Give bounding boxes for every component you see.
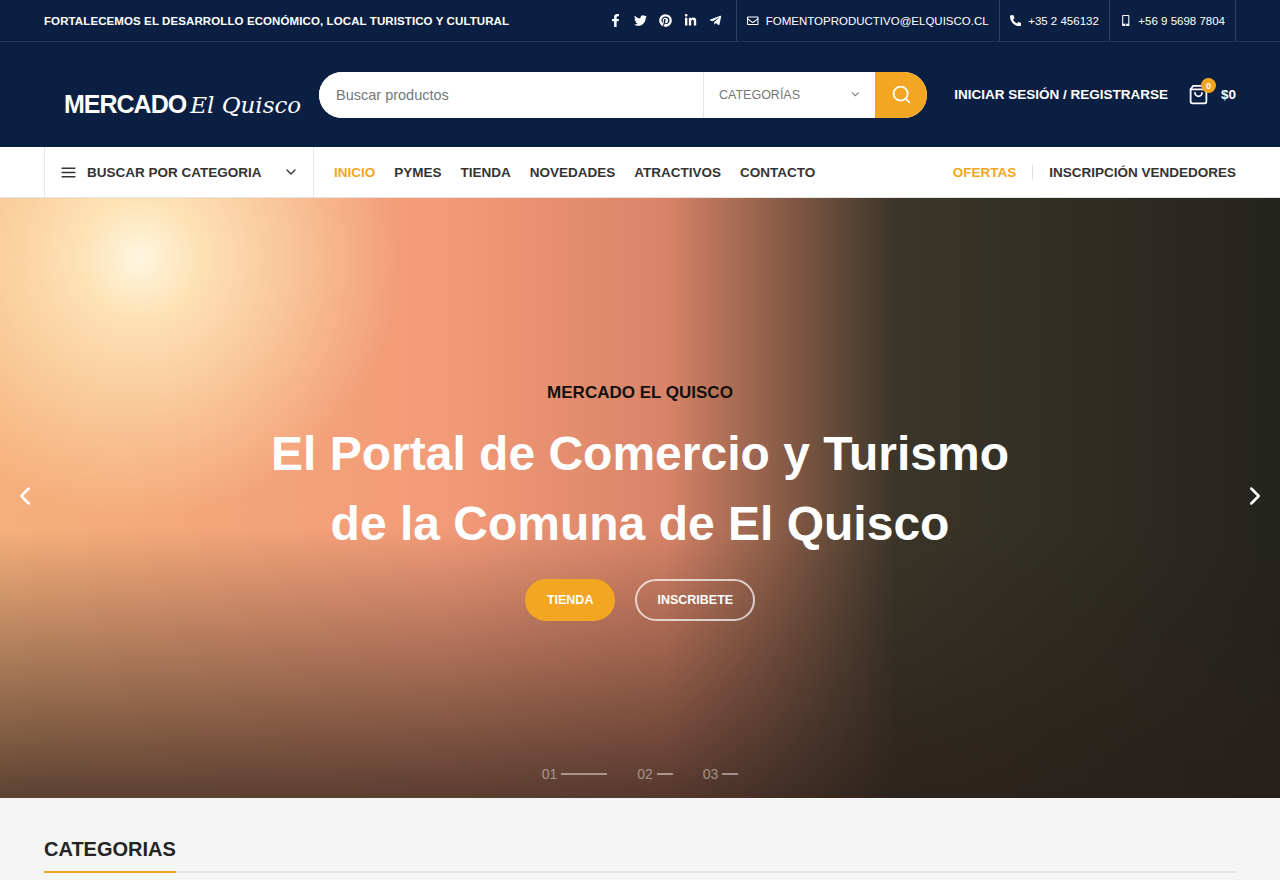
nav-link[interactable]: CONTACTO [740, 165, 815, 180]
hero-button[interactable]: INSCRIBETE [635, 579, 755, 621]
pinterest-icon[interactable] [659, 14, 672, 27]
page: FORTALECEMOS EL DESARROLLO ECONÓMICO, LO… [0, 0, 1280, 880]
category-select[interactable]: CATEGORÍAS [703, 72, 875, 118]
search-button[interactable] [875, 72, 927, 118]
envelope-icon [747, 15, 759, 27]
section-header: CATEGORIAS [44, 838, 1236, 873]
hero-buttons: TIENDA INSCRIBETE [525, 579, 755, 621]
login-link[interactable]: INICIAR SESIÓN / REGISTRARSE [954, 87, 1168, 102]
section-title: CATEGORIAS [44, 838, 176, 873]
nav-bar: BUSCAR POR CATEGORIA INICIO PYMES TIENDA NOV… [0, 147, 1280, 198]
slide-dot[interactable]: 03 [703, 766, 739, 782]
social-links [609, 0, 736, 41]
prev-slide-button[interactable] [10, 481, 40, 511]
logo-word: MERCADO [64, 92, 186, 117]
next-slide-button[interactable] [1240, 481, 1270, 511]
chevron-down-icon [283, 164, 299, 180]
nav-link[interactable]: TIENDA [461, 165, 511, 180]
facebook-icon[interactable] [609, 14, 622, 27]
search-icon [891, 84, 912, 105]
top-bar-right: FOMENTOPRODUCTIVO@ELQUISCO.CL+35 2 45613… [609, 0, 1236, 41]
hero-eyebrow: MERCADO EL QUISCO [547, 383, 733, 403]
slide-pagination: 01 02 03 [0, 766, 1280, 782]
hero-button[interactable]: TIENDA [525, 579, 616, 621]
nav-link[interactable]: PYMES [394, 165, 441, 180]
cart-icon-wrap: 0 [1188, 84, 1209, 105]
chevron-right-icon [1240, 481, 1270, 511]
nav-link[interactable]: NOVEDADES [530, 165, 616, 180]
slide-dot[interactable]: 01 [542, 766, 608, 782]
mobile-phone-icon [1120, 15, 1132, 27]
hero-title: El Portal de Comercio y Turismode la Com… [271, 419, 1009, 559]
nav-link[interactable]: ATRACTIVOS [634, 165, 721, 180]
cart[interactable]: 0$0 [1188, 84, 1236, 105]
phone-icon [1010, 15, 1022, 27]
hero-slider: MERCADO EL QUISCO El Portal de Comercio y… [0, 198, 1280, 798]
contact-item[interactable]: +56 9 5698 7804 [1109, 0, 1236, 41]
menu-icon [60, 164, 77, 181]
contact-item[interactable]: +35 2 456132 [999, 0, 1109, 41]
nav-link[interactable]: INICIO [334, 165, 375, 180]
chevron-down-icon [849, 88, 862, 101]
cart-badge: 0 [1201, 78, 1216, 93]
telegram-icon[interactable] [709, 14, 722, 27]
twitter-icon[interactable] [634, 14, 647, 27]
top-bar: FORTALECEMOS EL DESARROLLO ECONÓMICO, LO… [0, 0, 1280, 42]
contact-item[interactable]: FOMENTOPRODUCTIVO@ELQUISCO.CL [736, 0, 998, 41]
logo[interactable]: MERCADOEl Quisco [60, 73, 295, 117]
category-menu-button[interactable]: BUSCAR POR CATEGORIA [44, 147, 314, 197]
search-input[interactable] [319, 72, 703, 118]
header-actions: INICIAR SESIÓN / REGISTRARSE 0$0 [954, 84, 1236, 105]
slide-dot[interactable]: 02 [637, 766, 673, 782]
linkedin-icon[interactable] [684, 14, 697, 27]
search-box: CATEGORÍAS [319, 72, 927, 118]
header: MERCADOEl Quisco CATEGORÍAS INICIAR SESIÓN… [0, 42, 1280, 147]
categories-section: CATEGORIAS [0, 798, 1280, 873]
nav-extras: OFERTASINSCRIPCIÓN VENDEDORES [937, 147, 1236, 197]
nav-extra-link[interactable]: INSCRIPCIÓN VENDEDORES [1032, 165, 1236, 180]
nav-links: INICIO PYMES TIENDA NOVEDADES ATRACTIVOS CONT… [334, 147, 815, 197]
chevron-left-icon [10, 481, 40, 511]
nav-extra-link[interactable]: OFERTAS [937, 165, 1033, 180]
logo-script: El Quisco [190, 94, 301, 117]
tagline: FORTALECEMOS EL DESARROLLO ECONÓMICO, LO… [44, 15, 509, 27]
